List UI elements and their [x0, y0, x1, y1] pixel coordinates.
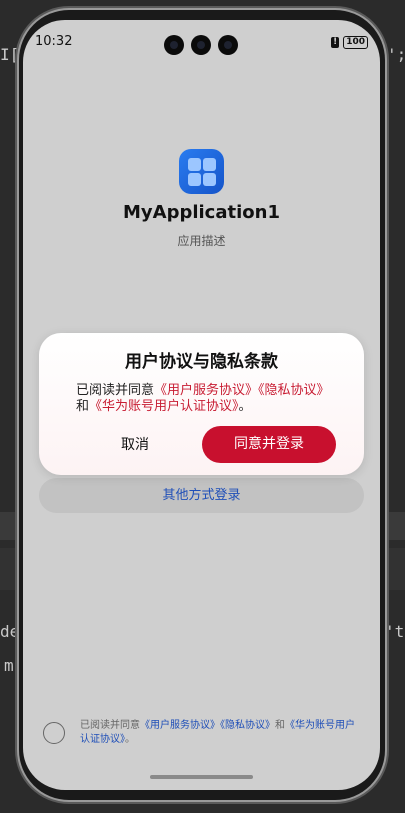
- alert-icon: !: [331, 37, 340, 48]
- camera-icon: [218, 35, 238, 55]
- dialog-body-prefix: 已阅读并同意: [76, 383, 155, 398]
- cancel-button[interactable]: 取消: [95, 435, 175, 455]
- ide-code-fragment: ';: [387, 45, 405, 64]
- dialog-body-and: 和: [76, 399, 90, 414]
- agreement-dialog: 用户协议与隐私条款 已阅读并同意《用户服务协议》《隐私协议》和《华为账号用户认证…: [39, 333, 364, 475]
- ide-code-fragment: de: [0, 622, 20, 641]
- dialog-body-suffix: 。: [238, 399, 252, 414]
- agreement-suffix: 。: [125, 734, 135, 745]
- app-name: MyApplication1: [123, 202, 280, 223]
- dialog-privacy-link[interactable]: 《隐私协议》: [258, 383, 330, 398]
- phone-frame: 10:32 ! 100 MyApplication1 应用描述 其他方式登录 已…: [19, 10, 385, 800]
- dialog-huawei-auth-link[interactable]: 《华为账号用户认证协议》: [89, 399, 239, 414]
- camera-icon: [164, 35, 184, 55]
- camera-icon: [191, 35, 211, 55]
- dialog-title: 用户协议与隐私条款: [125, 352, 278, 372]
- battery-icon: 100: [343, 36, 368, 49]
- agreement-prefix: 已阅读并同意: [80, 720, 140, 731]
- ide-code-fragment: m: [4, 656, 14, 675]
- agreement-and: 和: [275, 720, 285, 731]
- ide-code-fragment: I[: [0, 45, 20, 64]
- app-description: 应用描述: [177, 234, 226, 248]
- privacy-agreement-link[interactable]: 《隐私协议》: [220, 720, 275, 731]
- agree-login-button[interactable]: 同意并登录: [202, 426, 336, 463]
- app-grid-icon: [179, 149, 224, 194]
- other-login-button[interactable]: 其他方式登录: [39, 478, 364, 513]
- ide-code-fragment: 'tr: [385, 622, 405, 641]
- status-indicators: ! 100: [331, 36, 368, 49]
- status-time: 10:32: [35, 34, 73, 49]
- dialog-user-service-link[interactable]: 《用户服务协议》: [154, 383, 258, 398]
- dialog-body: 已阅读并同意《用户服务协议》《隐私协议》和《华为账号用户认证协议》。: [76, 383, 336, 415]
- agreement-text: 已阅读并同意《用户服务协议》《隐私协议》和《华为账号用户认证协议》。: [80, 719, 360, 747]
- phone-screen: 10:32 ! 100 MyApplication1 应用描述 其他方式登录 已…: [23, 20, 380, 790]
- user-service-agreement-link[interactable]: 《用户服务协议》: [140, 720, 220, 731]
- home-indicator[interactable]: [150, 775, 253, 779]
- agreement-radio[interactable]: [43, 722, 65, 744]
